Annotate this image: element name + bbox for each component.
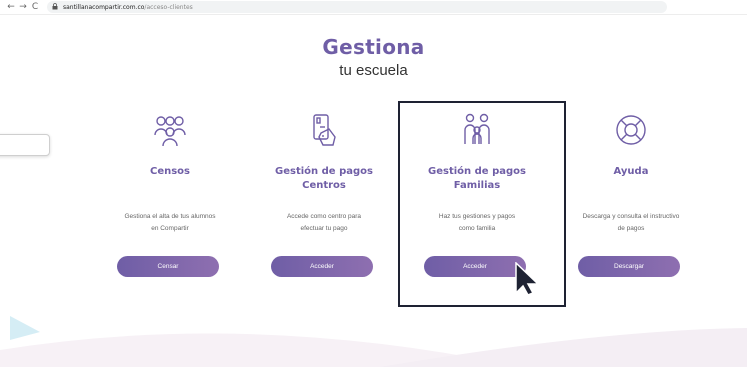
- censar-button[interactable]: Censar: [117, 256, 219, 277]
- browser-toolbar: ← → C santillanacompartir.com.co/acceso-…: [0, 0, 747, 15]
- url-domain: santillanacompartir.com.co: [63, 3, 145, 11]
- page-subtitle: tu escuela: [339, 62, 408, 79]
- forward-button[interactable]: →: [17, 2, 29, 12]
- people-group-icon: [153, 113, 187, 147]
- card-title: Ayuda: [561, 165, 701, 179]
- card-desc-line: en Compartir: [151, 225, 189, 232]
- mouse-cursor-icon: [514, 261, 542, 296]
- address-bar[interactable]: santillanacompartir.com.co/acceso-client…: [47, 1, 667, 13]
- card-desc-line: de pagos: [617, 225, 645, 232]
- card-title: Gestión de pagos Centros: [254, 165, 394, 193]
- page-title: Gestiona: [322, 35, 425, 59]
- reload-button[interactable]: C: [29, 2, 41, 12]
- bottom-decoration: [0, 310, 747, 367]
- card-desc-line: Descarga y consulta el instructivo: [582, 213, 680, 220]
- side-input-field[interactable]: [0, 134, 50, 156]
- back-button[interactable]: ←: [5, 2, 17, 12]
- acceder-centros-button[interactable]: Acceder: [271, 256, 373, 277]
- card-title: Censos: [100, 165, 240, 179]
- lock-icon: [52, 2, 59, 12]
- card-description: Accede como centro para efectuar tu pago: [244, 211, 404, 235]
- card-payment-icon: [307, 113, 341, 147]
- card-title-line: Gestión de pagos: [275, 166, 373, 177]
- card-desc-line: Accede como centro para: [286, 213, 362, 220]
- card-title-line: Ayuda: [613, 166, 649, 177]
- lifebuoy-icon: [614, 113, 648, 147]
- card-desc-line: efectuar tu pago: [300, 225, 348, 232]
- card-title-line: Centros: [302, 180, 346, 191]
- card-desc-line: Gestiona el alta de tus alumnos: [124, 213, 216, 220]
- card-description: Gestiona el alta de tus alumnos en Compa…: [90, 211, 250, 235]
- card-title-line: Censos: [149, 166, 190, 177]
- descargar-button[interactable]: Descargar: [578, 256, 680, 277]
- card-description: Descarga y consulta el instructivo de pa…: [551, 211, 711, 235]
- url-path: /acceso-clientes: [144, 3, 193, 11]
